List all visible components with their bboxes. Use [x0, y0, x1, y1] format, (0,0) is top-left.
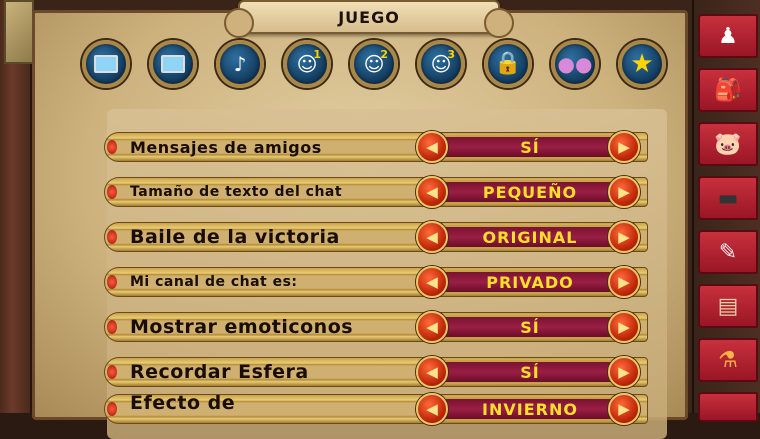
sidebar-tab-deck[interactable]: ▬ [698, 176, 758, 220]
sidebar-tab-map[interactable]: ▤ [698, 284, 758, 328]
sidebar-tab-backpack[interactable]: 🎒 [698, 68, 758, 112]
setting-label: Baile de la victoria [130, 226, 340, 248]
next-option-button[interactable]: ▶ [608, 221, 640, 253]
setting-row-chat-text-size: Tamaño de texto del chat PEQUEÑO ◀ ▶ [104, 173, 648, 211]
next-option-button[interactable]: ▶ [608, 356, 640, 388]
deck-icon: ▬ [717, 185, 739, 211]
setting-row-chat-channel: Mi canal de chat es: PRIVADO ◀ ▶ [104, 263, 648, 301]
setting-label: Recordar Esfera [130, 361, 309, 383]
tab-badge: 3 [447, 48, 455, 61]
character-icon: ♟ [718, 23, 738, 49]
setting-value: SÍ [430, 135, 630, 159]
pet-pig-icon: 🐷 [714, 131, 742, 157]
map-icon: ▤ [717, 293, 739, 319]
setting-row-friend-messages: Mensajes de amigos SÍ ◀ ▶ [104, 128, 648, 166]
page-title: JUEGO [338, 7, 400, 27]
next-option-button[interactable]: ▶ [608, 393, 640, 425]
prev-option-button[interactable]: ◀ [416, 393, 448, 425]
sidebar-tab-quests[interactable]: ✎ [698, 230, 758, 274]
star-icon: ★ [630, 49, 654, 79]
setting-row-remember-sphere: Recordar Esfera SÍ ◀ ▶ [104, 353, 648, 391]
setting-row-effect: Efecto de INVIERNO ◀ ▶ [104, 390, 648, 428]
setting-label: Tamaño de texto del chat [130, 184, 343, 200]
setting-value: PRIVADO [430, 270, 630, 294]
prev-option-button[interactable]: ◀ [416, 311, 448, 343]
tab-bombs[interactable]: ●● [551, 40, 599, 88]
lock-icon: 🔒 [494, 51, 522, 76]
prev-option-button[interactable]: ◀ [416, 176, 448, 208]
setting-value: SÍ [430, 360, 630, 384]
setting-label: Efecto de [130, 392, 236, 414]
tab-favorites[interactable]: ★ [618, 40, 666, 88]
sidebar-tab-pets[interactable]: 🐷 [698, 122, 758, 166]
prev-option-button[interactable]: ◀ [416, 221, 448, 253]
setting-value: SÍ [430, 315, 630, 339]
audio-icon: ♪ [233, 52, 247, 76]
tab-chat-3[interactable]: ☺ 3 [417, 40, 465, 88]
tab-badge: 2 [380, 48, 388, 61]
tab-chat-2[interactable]: ☺ 2 [350, 40, 398, 88]
tab-display-1[interactable] [82, 40, 130, 88]
tab-security[interactable]: 🔒 [484, 40, 532, 88]
next-option-button[interactable]: ▶ [608, 266, 640, 298]
right-sidebar: ♟ 🎒 🐷 ▬ ✎ ▤ ⚗ [692, 0, 760, 422]
sidebar-tab-character[interactable]: ♟ [698, 14, 758, 58]
bombs-icon: ●● [557, 52, 593, 76]
next-option-button[interactable]: ▶ [608, 311, 640, 343]
monitor-icon [94, 55, 118, 73]
setting-row-victory-dance: Baile de la victoria ORIGINAL ◀ ▶ [104, 218, 648, 256]
potion-icon: ⚗ [718, 347, 738, 373]
quill-icon: ✎ [718, 239, 738, 265]
sidebar-tab-potions[interactable]: ⚗ [698, 338, 758, 382]
backpack-icon: 🎒 [714, 77, 742, 103]
prev-option-button[interactable]: ◀ [416, 131, 448, 163]
tab-badge: 1 [313, 48, 321, 61]
setting-row-show-emoticons: Mostrar emoticonos SÍ ◀ ▶ [104, 308, 648, 346]
tab-chat-1[interactable]: ☺ 1 [283, 40, 331, 88]
prev-option-button[interactable]: ◀ [416, 266, 448, 298]
setting-value: PEQUEÑO [430, 180, 630, 204]
setting-value: INVIERNO [430, 397, 630, 421]
title-banner: JUEGO [224, 0, 514, 38]
setting-label: Mensajes de amigos [130, 137, 322, 157]
game-window: JUEGO ♪ ☺ 1 ☺ 2 ☺ 3 🔒 ●● ★ Mensajes de a… [0, 0, 760, 439]
prev-option-button[interactable]: ◀ [416, 356, 448, 388]
next-option-button[interactable]: ▶ [608, 176, 640, 208]
tab-audio[interactable]: ♪ [216, 40, 264, 88]
setting-label: Mostrar emoticonos [130, 316, 354, 338]
category-tab-row: ♪ ☺ 1 ☺ 2 ☺ 3 🔒 ●● ★ [82, 40, 666, 88]
setting-label: Mi canal de chat es: [130, 274, 298, 290]
next-option-button[interactable]: ▶ [608, 131, 640, 163]
tab-display-2[interactable] [149, 40, 197, 88]
monitor-icon [161, 55, 185, 73]
setting-value: ORIGINAL [430, 225, 630, 249]
sidebar-tab-more[interactable] [698, 392, 758, 422]
left-frame-border [0, 0, 34, 413]
